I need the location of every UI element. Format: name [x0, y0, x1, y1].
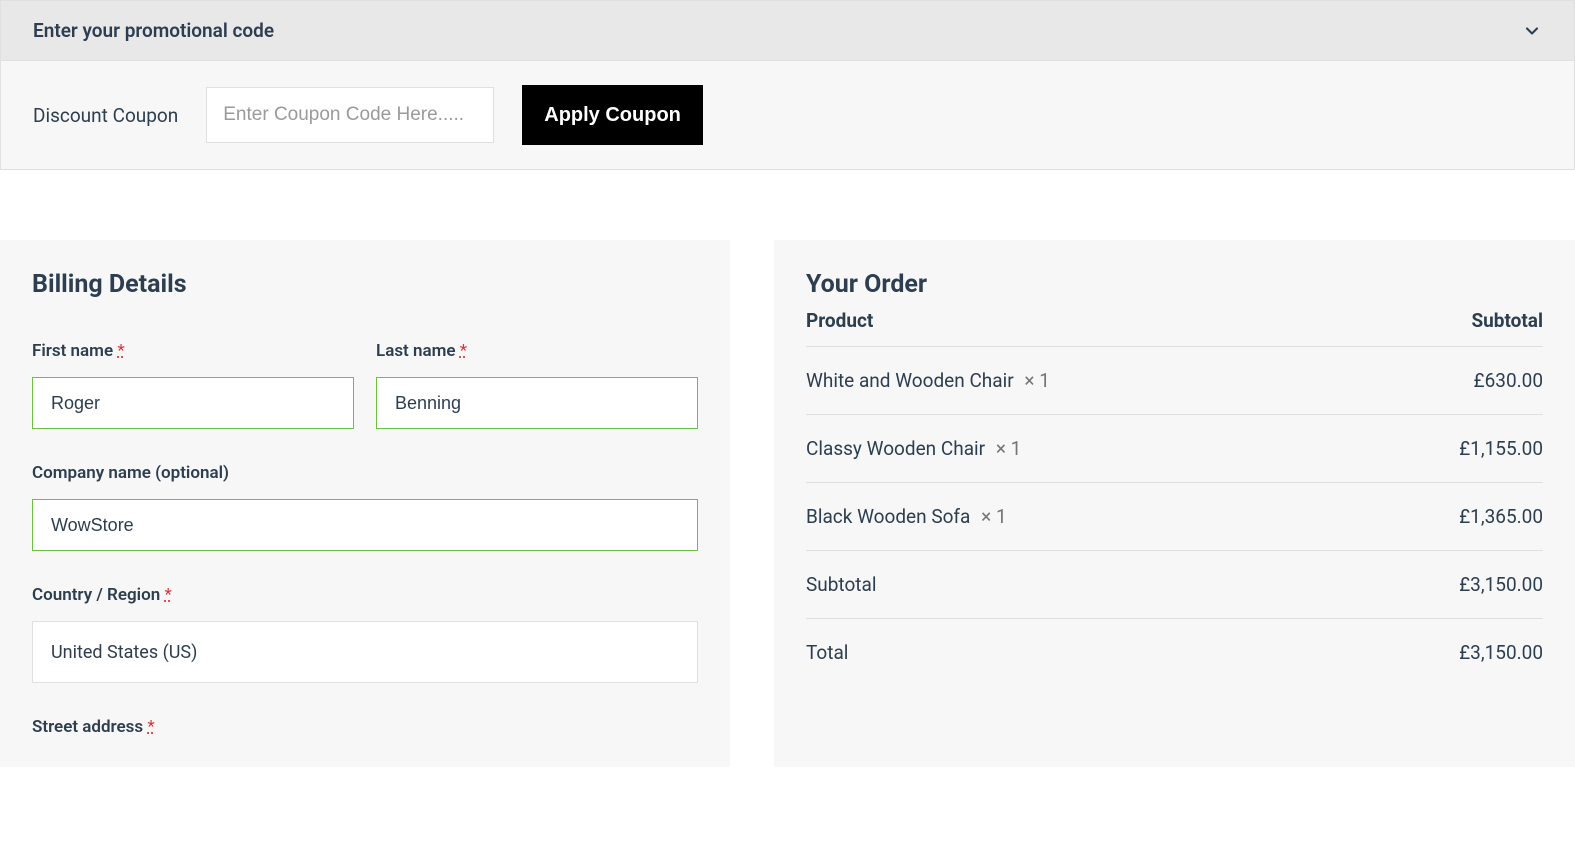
- total-label: Total: [806, 641, 848, 664]
- required-indicator: *: [147, 717, 154, 737]
- first-name-label-text: First name: [32, 341, 113, 361]
- product-price: £630.00: [1474, 369, 1543, 392]
- company-label: Company name (optional): [32, 463, 698, 483]
- first-name-field: First name *: [32, 341, 354, 429]
- promo-header-text: Enter your promotional code: [33, 19, 274, 42]
- order-summary-panel: Your Order Product Subtotal White and Wo…: [774, 240, 1575, 767]
- header-subtotal: Subtotal: [1471, 309, 1543, 332]
- order-item-row: Classy Wooden Chair × 1 £1,155.00: [806, 415, 1543, 483]
- required-indicator: *: [117, 341, 124, 361]
- subtotal-value: £3,150.00: [1459, 573, 1543, 596]
- last-name-label-text: Last name: [376, 341, 456, 361]
- last-name-input[interactable]: [376, 377, 698, 429]
- total-row: Total £3,150.00: [806, 619, 1543, 686]
- billing-details-panel: Billing Details First name * Last name *: [0, 240, 730, 767]
- header-product: Product: [806, 309, 873, 332]
- country-label-text: Country / Region: [32, 585, 160, 605]
- order-item-row: White and Wooden Chair × 1 £630.00: [806, 347, 1543, 415]
- coupon-input[interactable]: [206, 87, 494, 143]
- order-title: Your Order: [806, 270, 1543, 299]
- company-field: Company name (optional): [32, 463, 698, 551]
- country-select[interactable]: United States (US): [32, 621, 698, 683]
- order-item-row: Black Wooden Sofa × 1 £1,365.00: [806, 483, 1543, 551]
- last-name-field: Last name *: [376, 341, 698, 429]
- product-price: £1,155.00: [1459, 437, 1543, 460]
- billing-title: Billing Details: [32, 270, 698, 299]
- first-name-label: First name *: [32, 341, 354, 361]
- subtotal-label: Subtotal: [806, 573, 876, 596]
- company-input[interactable]: [32, 499, 698, 551]
- required-indicator: *: [460, 341, 467, 361]
- street-field: Street address *: [32, 717, 698, 737]
- product-name: White and Wooden Chair: [806, 369, 1014, 392]
- country-field: Country / Region * United States (US): [32, 585, 698, 683]
- first-name-input[interactable]: [32, 377, 354, 429]
- last-name-label: Last name *: [376, 341, 698, 361]
- street-label-text: Street address: [32, 717, 143, 737]
- promo-section: Enter your promotional code Discount Cou…: [0, 0, 1575, 170]
- country-value: United States (US): [51, 642, 197, 663]
- chevron-down-icon: [1522, 21, 1542, 41]
- product-qty: × 1: [981, 505, 1007, 528]
- total-value: £3,150.00: [1459, 641, 1543, 664]
- product-qty: × 1: [996, 437, 1022, 460]
- required-indicator: *: [164, 585, 171, 605]
- discount-coupon-label: Discount Coupon: [33, 104, 178, 127]
- street-label: Street address *: [32, 717, 698, 737]
- country-label: Country / Region *: [32, 585, 698, 605]
- subtotal-row: Subtotal £3,150.00: [806, 551, 1543, 619]
- product-price: £1,365.00: [1459, 505, 1543, 528]
- promo-header-toggle[interactable]: Enter your promotional code: [1, 1, 1574, 61]
- promo-body: Discount Coupon Apply Coupon: [1, 61, 1574, 169]
- apply-coupon-button[interactable]: Apply Coupon: [522, 85, 703, 145]
- order-table-header: Product Subtotal: [806, 309, 1543, 347]
- product-name: Black Wooden Sofa: [806, 505, 970, 528]
- product-name: Classy Wooden Chair: [806, 437, 985, 460]
- product-qty: × 1: [1024, 369, 1050, 392]
